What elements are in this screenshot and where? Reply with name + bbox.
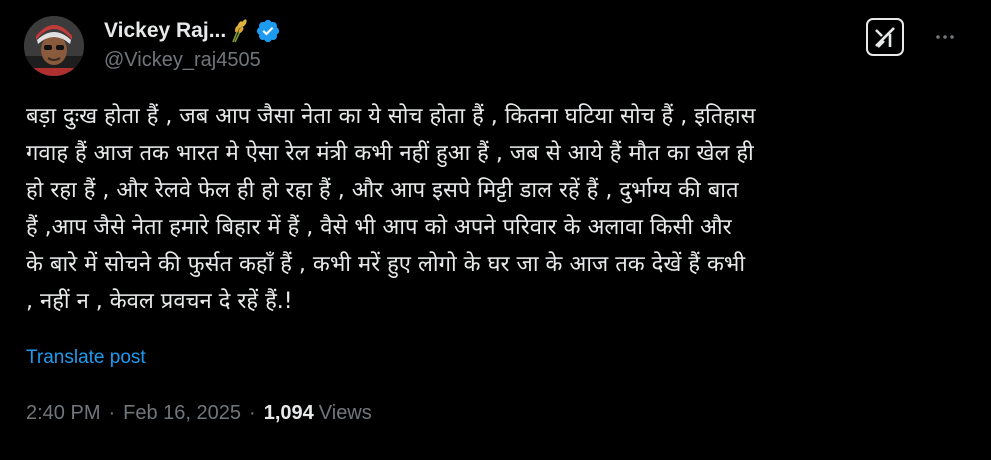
- author-block: Vickey Raj... @Vickey_raj4505: [104, 16, 281, 72]
- avatar[interactable]: [24, 16, 84, 76]
- post-text-line: बड़ा दुःख होता हैं , जब आप जैसा नेता का …: [26, 104, 756, 129]
- post-text: बड़ा दुःख होता हैं , जब आप जैसा नेता का …: [26, 98, 971, 320]
- views-label: Views: [318, 402, 372, 424]
- more-options-button[interactable]: [928, 20, 962, 54]
- verified-badge-icon[interactable]: [255, 18, 281, 44]
- more-options-icon: [936, 35, 954, 39]
- author-name[interactable]: Vickey Raj...: [104, 19, 226, 43]
- post-time[interactable]: 2:40 PM: [26, 402, 100, 425]
- author-name-row: Vickey Raj...: [104, 16, 281, 46]
- meta-separator: ·: [108, 402, 116, 424]
- post-text-line: हैं ,आप जैसे नेता हमारे बिहार में हैं , …: [26, 215, 732, 240]
- post-text-line: , नहीं न , केवल प्रवचन दे रहें हैं.!: [26, 289, 293, 314]
- sheaf-of-rice-icon: [229, 19, 249, 43]
- views-count: 1,094: [263, 402, 314, 424]
- translate-post-link[interactable]: Translate post: [26, 347, 146, 369]
- post-text-line: गवाह हैं आज तक भारत मे ऐसा रेल मंत्री कभ…: [26, 141, 754, 166]
- avatar-image: [24, 16, 84, 76]
- post-meta: 2:40 PM · Feb 16, 2025 · 1,094 Views: [26, 402, 372, 425]
- meta-separator: ·: [249, 402, 256, 424]
- grok-icon: [875, 27, 895, 48]
- grok-button[interactable]: [866, 18, 904, 56]
- post-text-line: हो रहा हैं , और रेलवे फेल ही हो रहा हैं …: [26, 178, 739, 203]
- post-date[interactable]: Feb 16, 2025: [123, 402, 241, 425]
- post: Vickey Raj... @Vickey_raj4505 बड़ा दुःख …: [0, 0, 991, 460]
- author-handle[interactable]: @Vickey_raj4505: [104, 49, 281, 72]
- post-text-line: के बारे में सोचने की फुर्सत कहाँ हैं , क…: [26, 252, 746, 277]
